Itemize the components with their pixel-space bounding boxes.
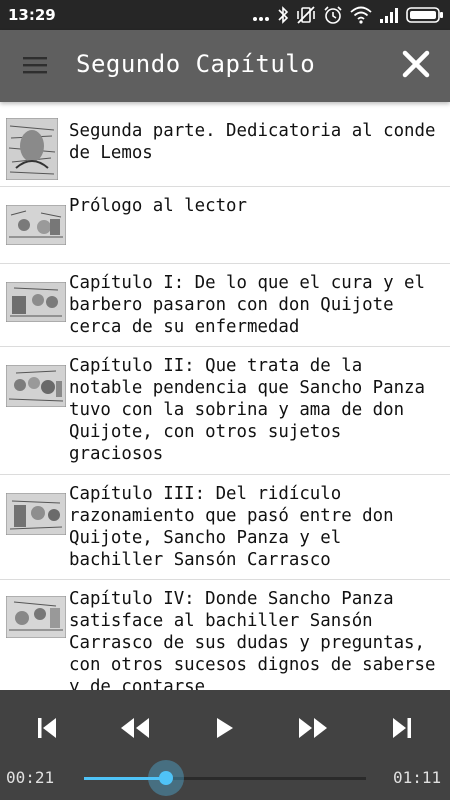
seek-bar[interactable] (84, 760, 366, 796)
skip-previous-icon[interactable] (27, 712, 67, 744)
engraving-scene-thumbnail (6, 493, 66, 579)
chapter-list: Segunda parte. Dedicatoria al conde de L… (0, 112, 450, 690)
skip-next-icon[interactable] (382, 712, 422, 744)
chapter-item[interactable]: Segunda parte. Dedicatoria al conde de L… (0, 112, 450, 187)
vibrate-off-icon (297, 6, 315, 24)
status-icons (252, 5, 444, 25)
chapter-item[interactable]: Capítulo IV: Donde Sancho Panza satisfac… (0, 580, 450, 690)
duration-time: 01:11 (393, 768, 442, 787)
chapter-item[interactable]: Capítulo I: De lo que el cura y el barbe… (0, 264, 450, 347)
chapter-item[interactable]: Prólogo al lector (0, 187, 450, 264)
audio-player: 00:21 01:11 (0, 690, 450, 800)
chapter-item[interactable]: Capítulo III: Del ridículo razonamiento … (0, 475, 450, 580)
engraving-portrait-thumbnail (6, 118, 66, 186)
bluetooth-icon (278, 6, 289, 24)
more-dots-icon (253, 17, 269, 21)
signal-icon (380, 8, 398, 23)
chapter-title: Capítulo I: De lo que el cura y el barbe… (69, 273, 425, 337)
chapter-title: Capítulo III: Del ridículo razonamiento … (69, 484, 394, 570)
wifi-icon (350, 6, 372, 24)
engraving-scene-thumbnail (6, 365, 66, 474)
chapter-title: Capítulo IV: Donde Sancho Panza satisfac… (69, 589, 436, 690)
close-icon[interactable] (398, 46, 434, 82)
battery-icon (406, 7, 443, 23)
elapsed-time: 00:21 (6, 768, 55, 787)
fast-forward-icon[interactable] (293, 712, 333, 744)
page-title: Segundo Capítulo (76, 50, 316, 78)
engraving-scene-thumbnail (6, 282, 66, 346)
chapter-title: Segunda parte. Dedicatoria al conde de L… (69, 121, 436, 163)
app-bar: Segundo Capítulo (0, 30, 450, 102)
chapter-title: Capítulo II: Que trata de la notable pen… (69, 356, 425, 464)
rewind-icon[interactable] (115, 712, 155, 744)
status-time: 13:29 (8, 6, 56, 24)
engraving-scene-thumbnail (6, 596, 66, 690)
status-bar: 13:29 (0, 0, 450, 30)
chapter-title: Prólogo al lector (69, 196, 247, 216)
hamburger-menu-icon[interactable] (22, 52, 48, 78)
engraving-scene-thumbnail (6, 205, 66, 263)
play-icon[interactable] (204, 712, 244, 744)
chapter-item[interactable]: Capítulo II: Que trata de la notable pen… (0, 347, 450, 475)
seek-bar-thumb[interactable] (158, 771, 173, 785)
alarm-icon (324, 6, 342, 24)
